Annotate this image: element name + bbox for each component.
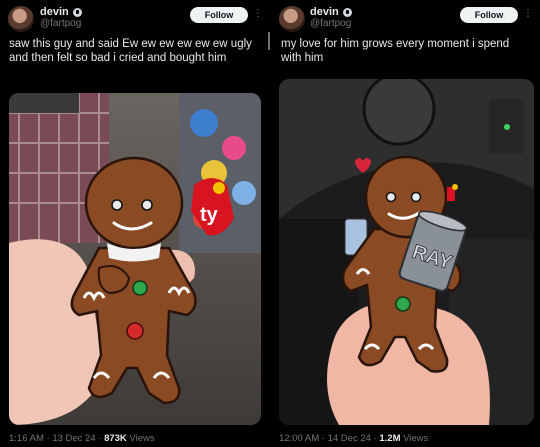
ty-tag-text: ty: [200, 204, 219, 226]
avatar[interactable]: [8, 6, 34, 32]
author-row: devin: [40, 6, 82, 18]
more-options-icon[interactable]: ⋮: [253, 7, 263, 23]
verified-badge-icon: [72, 7, 82, 17]
tweet-image[interactable]: RAY: [279, 79, 534, 425]
follow-button[interactable]: Follow: [460, 7, 518, 23]
views-label: Views: [126, 433, 155, 444]
tweet-text: saw this guy and said Ew ew ew ew ew ew …: [9, 38, 252, 64]
author-handle[interactable]: @fartpog: [40, 18, 81, 29]
views-label: Views: [400, 433, 429, 444]
tweet-time[interactable]: 12:00 AM: [279, 433, 319, 444]
author-name[interactable]: devin: [40, 6, 69, 18]
tweet-right: devin @fartpog Follow ⋮ my love for him …: [270, 0, 540, 447]
gingerbread-car-photo: RAY: [279, 79, 534, 425]
author-name[interactable]: devin: [310, 6, 339, 18]
tweet-meta: 12:00 AM · 14 Dec 24 · 1.2M Views: [279, 433, 428, 444]
follow-button[interactable]: Follow: [190, 7, 248, 23]
author-row: devin: [310, 6, 352, 18]
tweet-left: devin @fartpog Follow ⋮ saw this guy and…: [0, 0, 270, 447]
verified-badge-icon: [342, 7, 352, 17]
author-handle[interactable]: @fartpog: [310, 18, 351, 29]
tweet-date[interactable]: 14 Dec 24: [328, 433, 371, 444]
tweet-time[interactable]: 1:16 AM: [9, 433, 44, 444]
tweet-image[interactable]: ty: [9, 93, 261, 425]
tweet-text: my love for him grows every moment i spe…: [281, 38, 510, 64]
more-options-icon[interactable]: ⋮: [523, 7, 533, 23]
views-count: 1.2M: [379, 433, 401, 444]
tweet-date[interactable]: 13 Dec 24: [52, 433, 95, 444]
gingerbread-store-photo: ty: [9, 93, 261, 425]
tweet-meta: 1:16 AM · 13 Dec 24 · 873K Views: [9, 433, 155, 444]
meta-separator: ·: [95, 433, 105, 444]
meta-separator: ·: [319, 433, 328, 444]
avatar[interactable]: [279, 6, 305, 32]
views-count: 873K: [104, 433, 127, 444]
